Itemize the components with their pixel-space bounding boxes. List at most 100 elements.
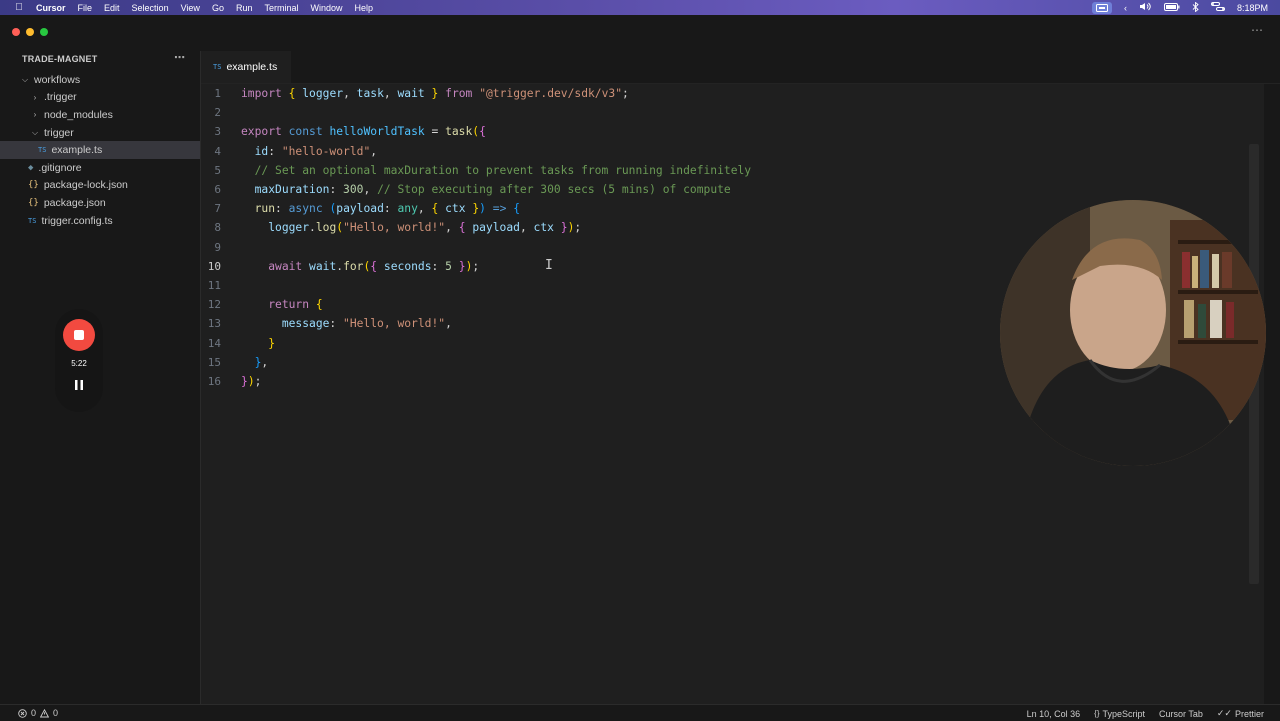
cursor-position[interactable]: Ln 10, Col 36: [1027, 709, 1081, 719]
file-tree: ⌵ workflows › .trigger › node_modules ⌵ …: [0, 71, 200, 229]
explorer-header: TRADE-MAGNET ⋯: [0, 51, 200, 67]
battery-icon[interactable]: [1163, 2, 1180, 13]
title-bar: ⋯: [0, 15, 1280, 51]
chevron-down-icon: ⌵: [31, 127, 39, 137]
code-line: 1 import { logger, task, wait } from "@tr…: [201, 84, 1201, 103]
pause-recording-button[interactable]: [75, 380, 83, 393]
chevron-right-icon: ›: [33, 92, 37, 102]
window-maximize-button[interactable]: [40, 28, 48, 36]
menu-window[interactable]: Window: [310, 3, 342, 13]
line-number: 11: [207, 279, 221, 293]
warning-count: 0: [53, 708, 59, 718]
tree-item-label: .gitignore: [38, 161, 82, 174]
bluetooth-icon[interactable]: [1192, 1, 1199, 14]
line-number: 3: [214, 125, 221, 139]
tree-item-label: package.json: [43, 196, 106, 209]
volume-icon[interactable]: [1139, 2, 1152, 13]
text-cursor-icon: I: [545, 258, 553, 273]
chevron-left-icon[interactable]: ‹: [1124, 3, 1127, 13]
tree-item-trigger[interactable]: ⌵ trigger: [0, 124, 200, 142]
menu-bar-status-area: ‹ 8:18PM: [1091, 0, 1268, 15]
window-minimize-button[interactable]: [26, 28, 34, 36]
warning-icon: [40, 708, 50, 717]
tree-item-package-json[interactable]: {} package.json: [0, 194, 200, 212]
tree-item-package-lock-json[interactable]: {} package-lock.json: [0, 177, 200, 195]
tree-item-dot-trigger[interactable]: › .trigger: [0, 89, 200, 107]
line-number: 2: [214, 106, 221, 120]
line-number: 8: [214, 221, 221, 235]
tree-item-label: .trigger: [44, 91, 77, 104]
ellipsis-icon[interactable]: ⋯: [1251, 23, 1264, 37]
problems-indicator[interactable]: 0 0: [18, 708, 58, 718]
line-number: 4: [214, 144, 221, 158]
tree-item-trigger-config-ts[interactable]: TS trigger.config.ts: [0, 212, 200, 230]
menu-go[interactable]: Go: [212, 3, 224, 13]
menu-run[interactable]: Run: [236, 3, 253, 13]
code-editor[interactable]: 1 import { logger, task, wait } from "@tr…: [201, 84, 1266, 704]
tree-item-label: example.ts: [51, 144, 103, 157]
prettier-status[interactable]: ✓✓ Prettier: [1217, 708, 1264, 719]
tree-item-label: node_modules: [44, 108, 113, 121]
tab-label: example.ts: [226, 61, 278, 73]
chevron-right-icon: ›: [33, 110, 37, 120]
menu-terminal[interactable]: Terminal: [264, 3, 298, 13]
check-double-icon: ✓✓: [1216, 708, 1232, 718]
json-file-icon: {}: [28, 180, 39, 191]
tree-item-node-modules[interactable]: › node_modules: [0, 106, 200, 124]
menu-selection[interactable]: Selection: [132, 3, 169, 13]
control-center-icon[interactable]: [1210, 2, 1225, 13]
line-number: 1: [214, 87, 221, 101]
typescript-file-icon: TS: [38, 146, 47, 155]
code-line: 5 // Set an optional maxDuration to prev…: [201, 161, 1201, 180]
recording-timer: 5:22: [71, 359, 87, 368]
language-mode[interactable]: {} TypeScript: [1094, 709, 1145, 719]
stop-recording-button[interactable]: [63, 319, 95, 351]
git-file-icon: ◆: [28, 162, 34, 173]
tree-item-example-ts[interactable]: TS example.ts: [0, 141, 200, 159]
clock[interactable]: 8:18PM: [1237, 3, 1268, 13]
window-close-button[interactable]: [12, 28, 20, 36]
tree-item-gitignore[interactable]: ◆ .gitignore: [0, 159, 200, 177]
line-number: 16: [207, 375, 221, 389]
cursor-tab-status[interactable]: Cursor Tab: [1159, 709, 1203, 719]
tab-example-ts[interactable]: TS example.ts: [201, 51, 291, 83]
menu-file[interactable]: File: [78, 3, 93, 13]
menu-app-name[interactable]: Cursor: [36, 3, 66, 13]
line-number: 6: [214, 183, 221, 197]
line-number: 13: [207, 317, 221, 331]
line-number: 10: [207, 259, 221, 273]
editor-tab-bar: TS example.ts: [201, 51, 1280, 84]
typescript-file-icon: TS: [28, 216, 37, 225]
line-number: 15: [207, 355, 221, 369]
pause-icon: [75, 380, 83, 390]
menu-view[interactable]: View: [181, 3, 200, 13]
explorer-more-icon[interactable]: ⋯: [174, 51, 186, 64]
code-line: 3 export const helloWorldTask = task({: [201, 122, 1201, 141]
screen-recorder-widget: 5:22: [55, 309, 103, 412]
line-number: 12: [207, 298, 221, 312]
tree-item-label: trigger.config.ts: [41, 214, 113, 227]
tree-item-workflows[interactable]: ⌵ workflows: [0, 71, 200, 89]
error-icon: [18, 708, 27, 718]
stop-icon: [74, 330, 84, 340]
status-bar-right: Ln 10, Col 36 {} TypeScript Cursor Tab ✓…: [1027, 708, 1264, 719]
code-line: 4 id: "hello-world",: [201, 142, 1201, 161]
code-line: 6 maxDuration: 300, // Stop executing af…: [201, 180, 1201, 199]
menu-help[interactable]: Help: [355, 3, 374, 13]
cursor-window: ⋯ TRADE-MAGNET ⋯ ⌵ workflows › .trigger …: [0, 15, 1280, 721]
braces-icon: {}: [1094, 709, 1100, 718]
status-bar: 0 0 Ln 10, Col 36 {} TypeScript Cursor T…: [0, 704, 1280, 721]
prettier-label: Prettier: [1234, 708, 1264, 719]
error-count: 0: [31, 708, 37, 718]
apple-icon[interactable]: : [12, 0, 26, 15]
code-line: 7 run: async (payload: any, { ctx }) => …: [201, 199, 1201, 218]
explorer-title: TRADE-MAGNET: [22, 54, 98, 64]
screen-record-icon[interactable]: [1091, 1, 1112, 14]
tree-item-label: trigger: [44, 126, 74, 139]
webcam-overlay: [1000, 200, 1266, 466]
tree-item-label: workflows: [34, 73, 81, 86]
json-file-icon: {}: [28, 197, 39, 208]
line-number: 5: [214, 163, 221, 177]
menu-edit[interactable]: Edit: [104, 3, 120, 13]
code-line: 2: [201, 103, 1201, 122]
